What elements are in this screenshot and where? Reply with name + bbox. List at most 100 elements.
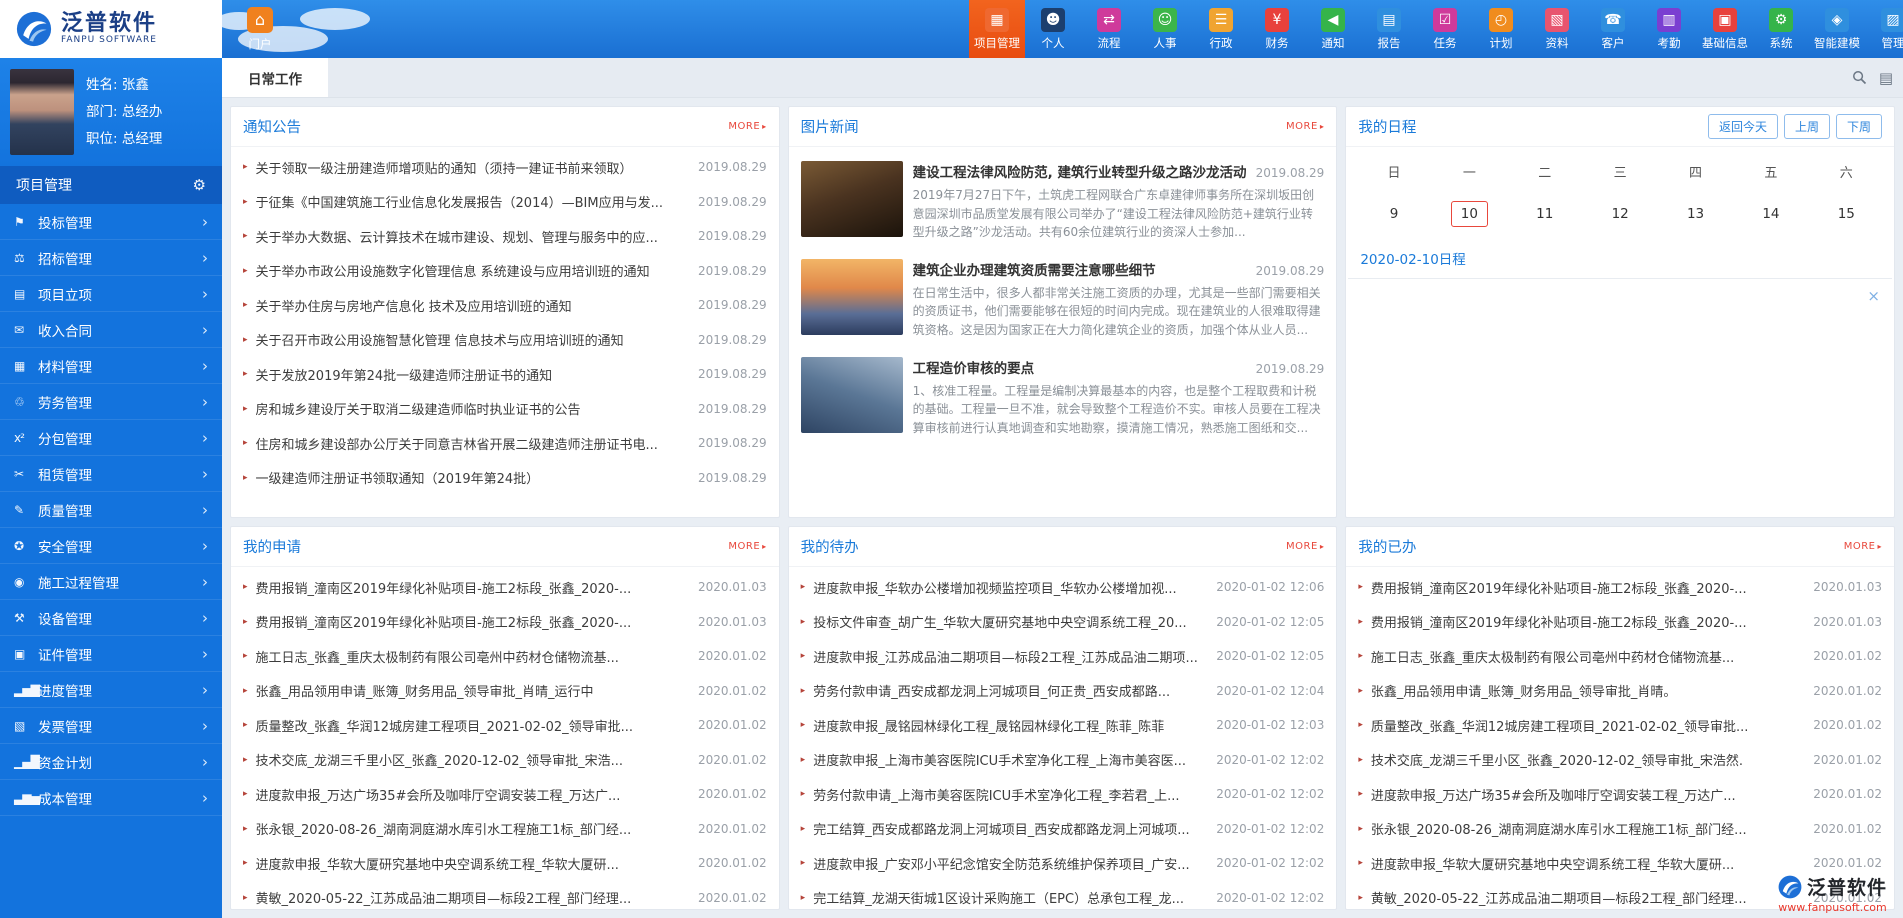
sidebar-item[interactable]: ✎ 质量管理 › (0, 492, 222, 528)
list-item[interactable]: ▸ 进度款申报_华软大厦研究基地中央空调系统工程_华软大厦研... 2020.0… (243, 846, 767, 881)
sidebar-item[interactable]: ♲ 劳务管理 › (0, 384, 222, 420)
list-item[interactable]: ▸ 房和城乡建设厅关于取消二级建造师临时执业证书的公告 2019.08.29 (243, 392, 767, 427)
sidebar-item[interactable]: ▤ 项目立项 › (0, 276, 222, 312)
today-button[interactable]: 返回今天 (1708, 114, 1778, 139)
list-item[interactable]: ▸ 技术交底_龙湖三千里小区_张鑫_2020-12-02_领导审批_宋浩... … (243, 743, 767, 778)
list-item[interactable]: ▸ 费用报销_潼南区2019年绿化补贴项目-施工2标段_张鑫_2020-... … (243, 605, 767, 640)
close-icon[interactable]: × (1867, 287, 1880, 305)
list-item[interactable]: ▸ 于征集《中国建筑施工行业信息化发展报告（2014）—BIM应用与发... 2… (243, 185, 767, 220)
topnav-item[interactable]: ☑ 任务 (1417, 0, 1473, 58)
tab-daily-work[interactable]: 日常工作 (222, 58, 328, 97)
list-item[interactable]: ▸ 关于召开市政公用设施智慧化管理 信息技术与应用培训班的通知 2019.08.… (243, 323, 767, 358)
bullet-icon: ▸ (1358, 755, 1363, 765)
more-link[interactable]: MORE▸ (728, 121, 766, 132)
list-item[interactable]: ▸ 关于举办住房与房地产信息化 技术及应用培训班的通知 2019.08.29 (243, 288, 767, 323)
portal-label: 门户 (249, 36, 272, 52)
list-item[interactable]: ▸ 进度款申报_华软办公楼增加视频监控项目_华软办公楼增加视... 2020-0… (801, 570, 1325, 605)
next-week-button[interactable]: 下周 (1836, 114, 1882, 139)
list-item[interactable]: ▸ 技术交底_龙湖三千里小区_张鑫_2020-12-02_领导审批_宋浩然. 2… (1358, 743, 1882, 778)
topnav-item[interactable]: ▧ 资料 (1529, 0, 1585, 58)
news-item[interactable]: 工程造价审核的要点 2019.08.29 1、核准工程量。工程量是编制决算最基本… (801, 349, 1325, 447)
topnav-item[interactable]: ⚙ 系统 (1753, 0, 1809, 58)
sidebar-item[interactable]: ✪ 安全管理 › (0, 528, 222, 564)
date-cell[interactable]: 15 (1809, 192, 1884, 236)
topnav-item[interactable]: ▤ 报告 (1361, 0, 1417, 58)
list-icon[interactable]: ▤ (1879, 69, 1893, 87)
list-item[interactable]: ▸ 进度款申报_江苏成品油二期项目—标段2工程_江苏成品油二期项... 2020… (801, 639, 1325, 674)
topnav-item[interactable]: ¥ 财务 (1249, 0, 1305, 58)
sidebar-item[interactable]: ⚖ 招标管理 › (0, 240, 222, 276)
list-item[interactable]: ▸ 质量整改_张鑫_华润12城房建工程项目_2021-02-02_领导审批...… (243, 708, 767, 743)
sidebar-item[interactable]: ▂▅▇ 进度管理 › (0, 672, 222, 708)
sidebar-item[interactable]: ⚒ 设备管理 › (0, 600, 222, 636)
list-item[interactable]: ▸ 施工日志_张鑫_重庆太极制药有限公司亳州中药材仓储物流基... 2020.0… (1358, 639, 1882, 674)
sidebar-item[interactable]: ▁▄█ 资金计划 › (0, 744, 222, 780)
list-item[interactable]: ▸ 投标文件审查_胡广生_华软大厦研究基地中央空调系统工程_20... 2020… (801, 605, 1325, 640)
topnav-item[interactable]: ⇄ 流程 (1081, 0, 1137, 58)
topnav-item[interactable]: ◈ 智能建模 (1809, 0, 1865, 58)
list-item[interactable]: ▸ 张永银_2020-08-26_湖南洞庭湖水库引水工程施工1标_部门经... … (1358, 812, 1882, 847)
sidebar-item[interactable]: ▦ 材料管理 › (0, 348, 222, 384)
news-item[interactable]: 建设工程法律风险防范, 建筑行业转型升级之路沙龙活动 2019.08.29 20… (801, 153, 1325, 251)
list-item[interactable]: ▸ 关于举办市政公用设施数字化管理信息 系统建设与应用培训班的通知 2019.0… (243, 254, 767, 289)
list-item[interactable]: ▸ 一级建造师注册证书领取通知（2019年第24批） 2019.08.29 (243, 461, 767, 496)
more-link[interactable]: MORE▸ (1286, 541, 1324, 552)
sidebar-item[interactable]: ▧ 发票管理 › (0, 708, 222, 744)
portal-nav-item[interactable]: ⌂ 门户 (234, 0, 286, 58)
list-item[interactable]: ▸ 关于发放2019年第24批一级建造师注册证书的通知 2019.08.29 (243, 357, 767, 392)
search-icon[interactable] (1852, 70, 1867, 85)
topnav-item[interactable]: ◀ 通知 (1305, 0, 1361, 58)
more-link[interactable]: MORE▸ (728, 541, 766, 552)
item-text: 黄敏_2020-05-22_江苏成品油二期项目—标段2工程_部门经理... (1371, 888, 1803, 907)
gear-icon[interactable]: ⚙ (193, 176, 206, 194)
sidebar-item[interactable]: ✉ 收入合同 › (0, 312, 222, 348)
list-item[interactable]: ▸ 质量整改_张鑫_华润12城房建工程项目_2021-02-02_领导审批...… (1358, 708, 1882, 743)
topnav-item[interactable]: ☺ 人事 (1137, 0, 1193, 58)
topnav-item[interactable]: ▨ 管理 (1865, 0, 1903, 58)
list-item[interactable]: ▸ 关于领取一级注册建造师增项贴的通知（须持一建证书前来领取） 2019.08.… (243, 150, 767, 185)
list-item[interactable]: ▸ 费用报销_潼南区2019年绿化补贴项目-施工2标段_张鑫_2020-... … (1358, 570, 1882, 605)
list-item[interactable]: ▸ 进度款申报_晟铭园林绿化工程_晟铭园林绿化工程_陈菲_陈菲 2020-01-… (801, 708, 1325, 743)
list-item[interactable]: ▸ 费用报销_潼南区2019年绿化补贴项目-施工2标段_张鑫_2020-... … (1358, 605, 1882, 640)
more-link[interactable]: MORE▸ (1844, 541, 1882, 552)
list-item[interactable]: ▸ 进度款申报_上海市美容医院ICU手术室净化工程_上海市美容医... 2020… (801, 743, 1325, 778)
list-item[interactable]: ▸ 张鑫_用品领用申请_账簿_财务用品_领导审批_肖晴。 2020.01.02 (1358, 674, 1882, 709)
date-cell[interactable]: 10 (1432, 192, 1507, 236)
sidebar-item[interactable]: ◉ 施工过程管理 › (0, 564, 222, 600)
news-item[interactable]: 建筑企业办理建筑资质需要注意哪些细节 2019.08.29 在日常生活中，很多人… (801, 251, 1325, 349)
sidebar-item[interactable]: ✂ 租赁管理 › (0, 456, 222, 492)
topnav-item[interactable]: ☻ 个人 (1025, 0, 1081, 58)
list-item[interactable]: ▸ 张永银_2020-08-26_湖南洞庭湖水库引水工程施工1标_部门经... … (243, 812, 767, 847)
list-item[interactable]: ▸ 劳务付款申请_上海市美容医院ICU手术室净化工程_李若君_上... 2020… (801, 777, 1325, 812)
list-item[interactable]: ▸ 进度款申报_万达广场35#会所及咖啡厅空调安装工程_万达广... 2020.… (1358, 777, 1882, 812)
list-item[interactable]: ▸ 进度款申报_广安邓小平纪念馆安全防范系统维护保养项目_广安... 2020-… (801, 846, 1325, 881)
list-item[interactable]: ▸ 劳务付款申请_西安成都龙洞上河城项目_何正贵_西安成都路... 2020-0… (801, 674, 1325, 709)
date-cell[interactable]: 14 (1733, 192, 1808, 236)
sidebar-item[interactable]: ⚑ 投标管理 › (0, 204, 222, 240)
list-item[interactable]: ▸ 关于举办大数据、云计算技术在城市建设、规划、管理与服务中的应... 2019… (243, 219, 767, 254)
topnav-item[interactable]: ▦ 项目管理 (969, 0, 1025, 58)
sidebar-item[interactable]: x² 分包管理 › (0, 420, 222, 456)
date-cell[interactable]: 9 (1356, 192, 1431, 236)
more-link[interactable]: MORE▸ (1286, 121, 1324, 132)
topnav-item[interactable]: ▥ 考勤 (1641, 0, 1697, 58)
list-item[interactable]: ▸ 施工日志_张鑫_重庆太极制药有限公司亳州中药材仓储物流基... 2020.0… (243, 639, 767, 674)
date-cell[interactable]: 13 (1658, 192, 1733, 236)
prev-week-button[interactable]: 上周 (1784, 114, 1830, 139)
list-item[interactable]: ▸ 住房和城乡建设部办公厅关于同意吉林省开展二级建造师注册证书电... 2019… (243, 426, 767, 461)
sidebar-item[interactable]: ▃▆▅ 成本管理 › (0, 780, 222, 816)
topnav-item[interactable]: ◴ 计划 (1473, 0, 1529, 58)
sidebar-item[interactable]: ▣ 证件管理 › (0, 636, 222, 672)
date-cell[interactable]: 12 (1582, 192, 1657, 236)
list-item[interactable]: ▸ 费用报销_潼南区2019年绿化补贴项目-施工2标段_张鑫_2020-... … (243, 570, 767, 605)
topnav-item[interactable]: ☎ 客户 (1585, 0, 1641, 58)
topnav-item[interactable]: ▣ 基础信息 (1697, 0, 1753, 58)
list-item[interactable]: ▸ 张鑫_用品领用申请_账簿_财务用品_领导审批_肖晴_运行中 2020.01.… (243, 674, 767, 709)
list-item[interactable]: ▸ 进度款申报_万达广场35#会所及咖啡厅空调安装工程_万达广... 2020.… (243, 777, 767, 812)
date-cell[interactable]: 11 (1507, 192, 1582, 236)
topnav-item[interactable]: ☰ 行政 (1193, 0, 1249, 58)
list-item[interactable]: ▸ 黄敏_2020-05-22_江苏成品油二期项目—标段2工程_部门经理... … (243, 881, 767, 910)
list-item[interactable]: ▸ 完工结算_龙湖天街城1区设计采购施工（EPC）总承包工程_龙... 2020… (801, 881, 1325, 910)
list-item[interactable]: ▸ 完工结算_西安成都路龙洞上河城项目_西安成都路龙洞上河城项... 2020-… (801, 812, 1325, 847)
item-date: 2020.01.03 (1813, 580, 1882, 594)
